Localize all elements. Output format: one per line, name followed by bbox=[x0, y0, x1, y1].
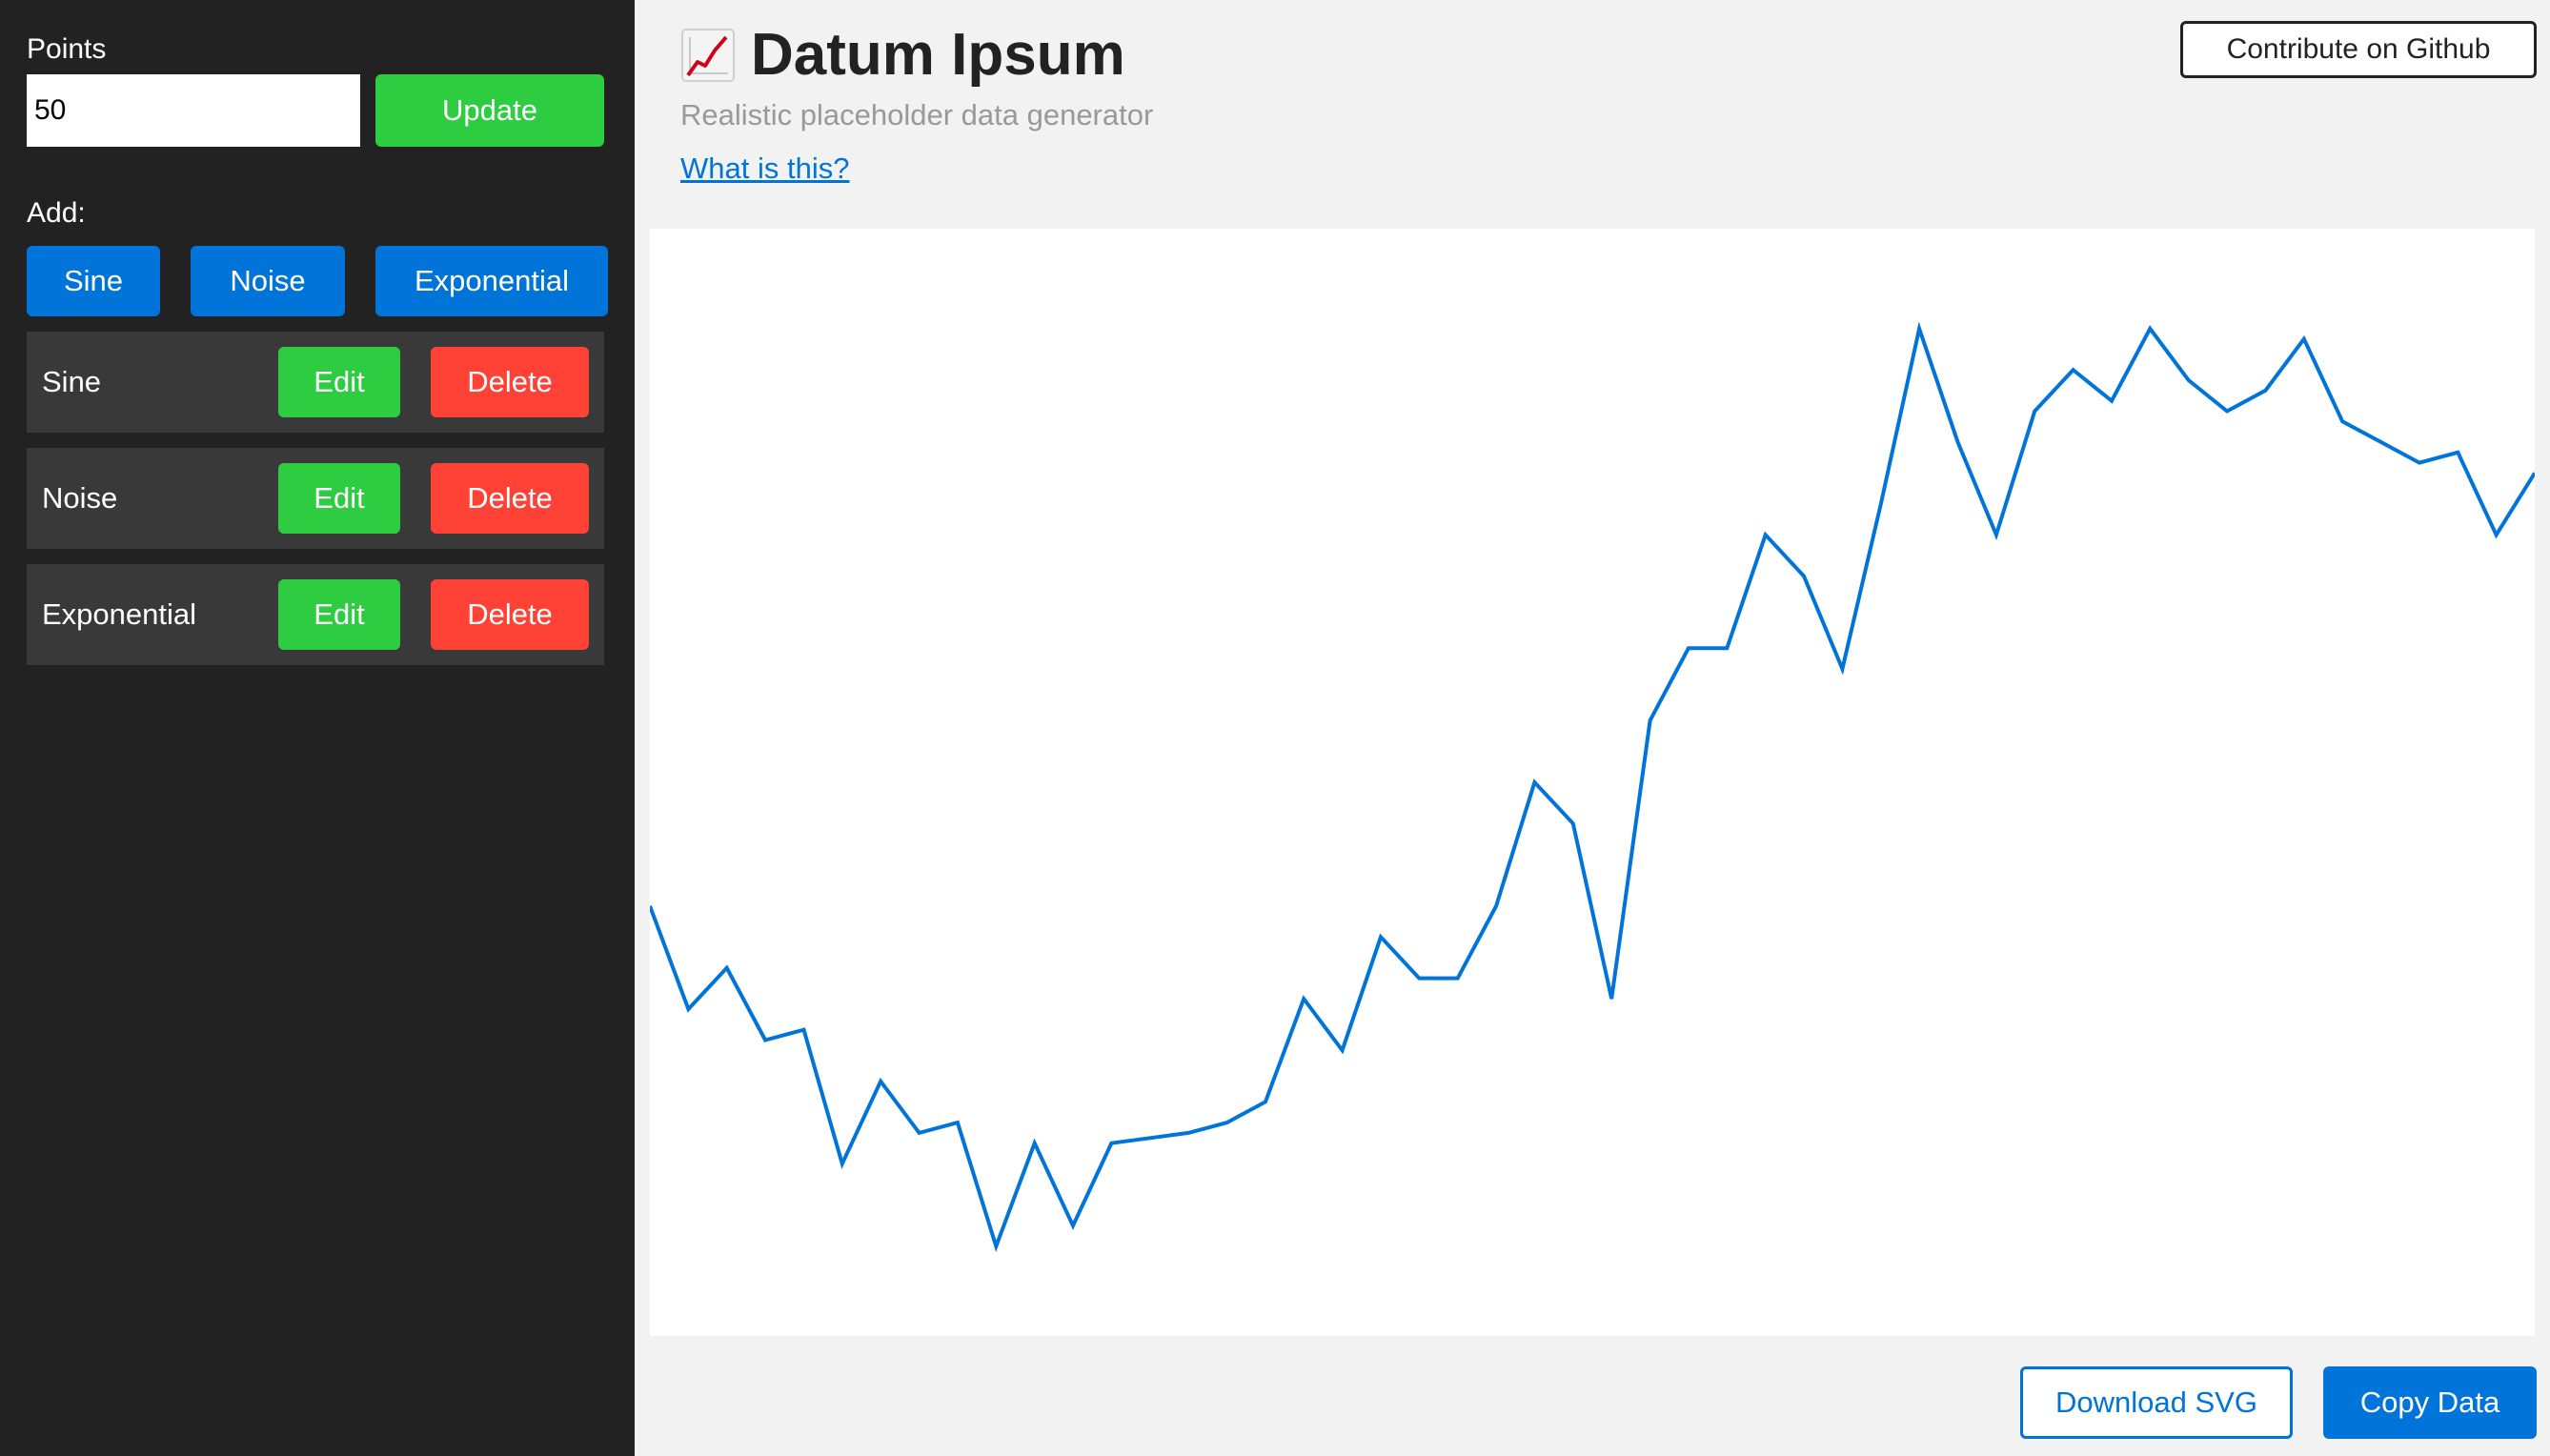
contribute-github-button[interactable]: Contribute on Github bbox=[2180, 21, 2537, 78]
page-title: Datum Ipsum bbox=[680, 21, 1153, 89]
delete-exponential-button[interactable]: Delete bbox=[431, 579, 589, 650]
add-exponential-button[interactable]: Exponential bbox=[375, 246, 608, 316]
header: Datum Ipsum Realistic placeholder data g… bbox=[680, 21, 1153, 186]
delete-noise-button[interactable]: Delete bbox=[431, 463, 589, 534]
what-is-this-link[interactable]: What is this? bbox=[680, 152, 849, 186]
points-label: Points bbox=[27, 33, 107, 65]
series-line bbox=[650, 321, 2535, 1253]
points-row: Update bbox=[27, 74, 608, 147]
update-button[interactable]: Update bbox=[375, 74, 604, 147]
main-panel: Datum Ipsum Realistic placeholder data g… bbox=[635, 0, 2550, 1456]
edit-noise-button[interactable]: Edit bbox=[278, 463, 400, 534]
layer-list: Sine Edit Delete Noise Edit Delete Expon… bbox=[27, 332, 608, 665]
sidebar: Points Update Add: Sine Noise Exponentia… bbox=[0, 0, 635, 1456]
edit-exponential-button[interactable]: Edit bbox=[278, 579, 400, 650]
add-buttons-row: Sine Noise Exponential bbox=[27, 246, 608, 316]
layer-item-exponential: Exponential Edit Delete bbox=[27, 564, 604, 665]
download-svg-button[interactable]: Download SVG bbox=[2020, 1366, 2293, 1439]
add-sine-button[interactable]: Sine bbox=[27, 246, 160, 316]
edit-sine-button[interactable]: Edit bbox=[278, 347, 400, 417]
layer-item-sine: Sine Edit Delete bbox=[27, 332, 604, 433]
layer-name: Sine bbox=[42, 365, 102, 398]
page-subtitle: Realistic placeholder data generator bbox=[680, 98, 1154, 131]
points-input[interactable] bbox=[27, 74, 360, 147]
delete-sine-button[interactable]: Delete bbox=[431, 347, 589, 417]
line-chart bbox=[650, 321, 2535, 1253]
layer-item-noise: Noise Edit Delete bbox=[27, 448, 604, 549]
layer-name: Exponential bbox=[42, 597, 197, 631]
page-title-text: Datum Ipsum bbox=[751, 22, 1125, 88]
add-noise-button[interactable]: Noise bbox=[191, 246, 345, 316]
add-label: Add: bbox=[27, 197, 86, 229]
chart-area bbox=[650, 229, 2535, 1336]
layer-name: Noise bbox=[42, 481, 118, 515]
copy-data-button[interactable]: Copy Data bbox=[2323, 1366, 2537, 1439]
chart-increasing-icon bbox=[681, 28, 735, 82]
